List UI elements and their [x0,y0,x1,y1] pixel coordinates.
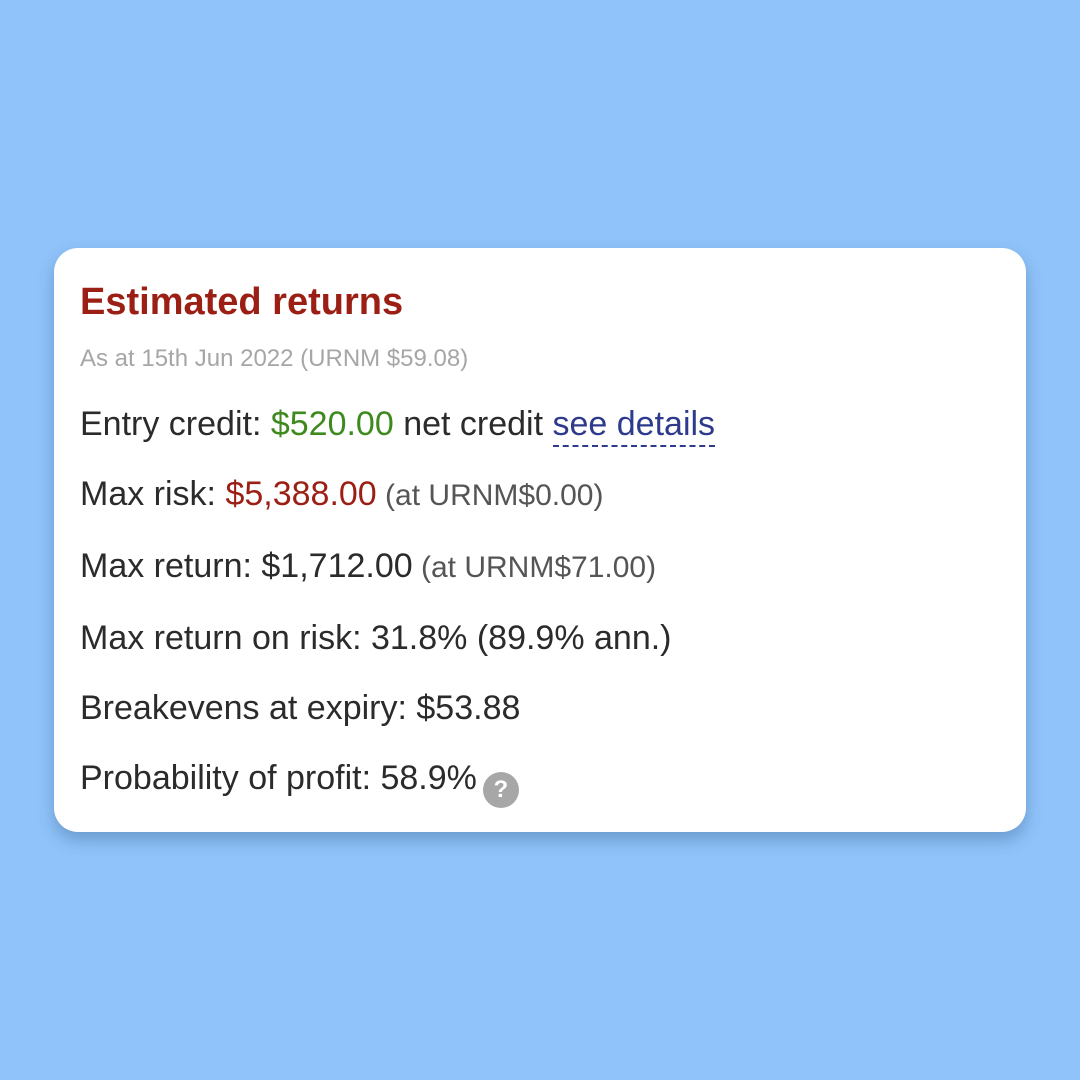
breakevens-value: $53.88 [416,689,521,727]
breakevens-label: Breakevens at expiry: [80,689,417,727]
probability-value: 58.9% [380,759,477,797]
probability-label: Probability of profit: [80,759,381,797]
estimated-returns-card: Estimated returns As at 15th Jun 2022 (U… [54,248,1026,832]
max-risk-note: (at URNM$0.00) [376,479,604,512]
max-return-on-risk-value: 31.8% (89.9% ann.) [370,619,672,657]
max-return-label: Max return: [80,547,262,585]
max-risk-label: Max risk: [80,475,226,513]
question-circle-icon[interactable]: ? [482,772,519,808]
probability-of-profit-row: Probability of profit: 58.9%? [80,758,1000,808]
max-return-on-risk-label: Max return on risk: [80,619,371,657]
card-title: Estimated returns [80,281,404,323]
entry-credit-value: $520.00 [270,405,394,443]
entry-credit-label: Entry credit: [80,405,271,443]
max-return-note: (at URNM$71.00) [412,551,657,584]
max-return-row: Max return: $1,712.00 (at URNM$71.00) [80,546,1000,588]
max-return-value: $1,712.00 [261,547,413,585]
max-return-on-risk-row: Max return on risk: 31.8% (89.9% ann.) [80,618,1000,658]
entry-credit-row: Entry credit: $520.00 net credit see det… [80,404,1000,447]
max-risk-value: $5,388.00 [225,475,377,513]
see-details-link[interactable]: see details [552,405,716,447]
as-at-subtitle: As at 15th Jun 2022 (URNM $59.08) [80,345,469,372]
entry-credit-suffix: net credit [393,405,553,443]
breakevens-row: Breakevens at expiry: $53.88 [80,688,1000,728]
max-risk-row: Max risk: $5,388.00 (at URNM$0.00) [80,474,1000,516]
